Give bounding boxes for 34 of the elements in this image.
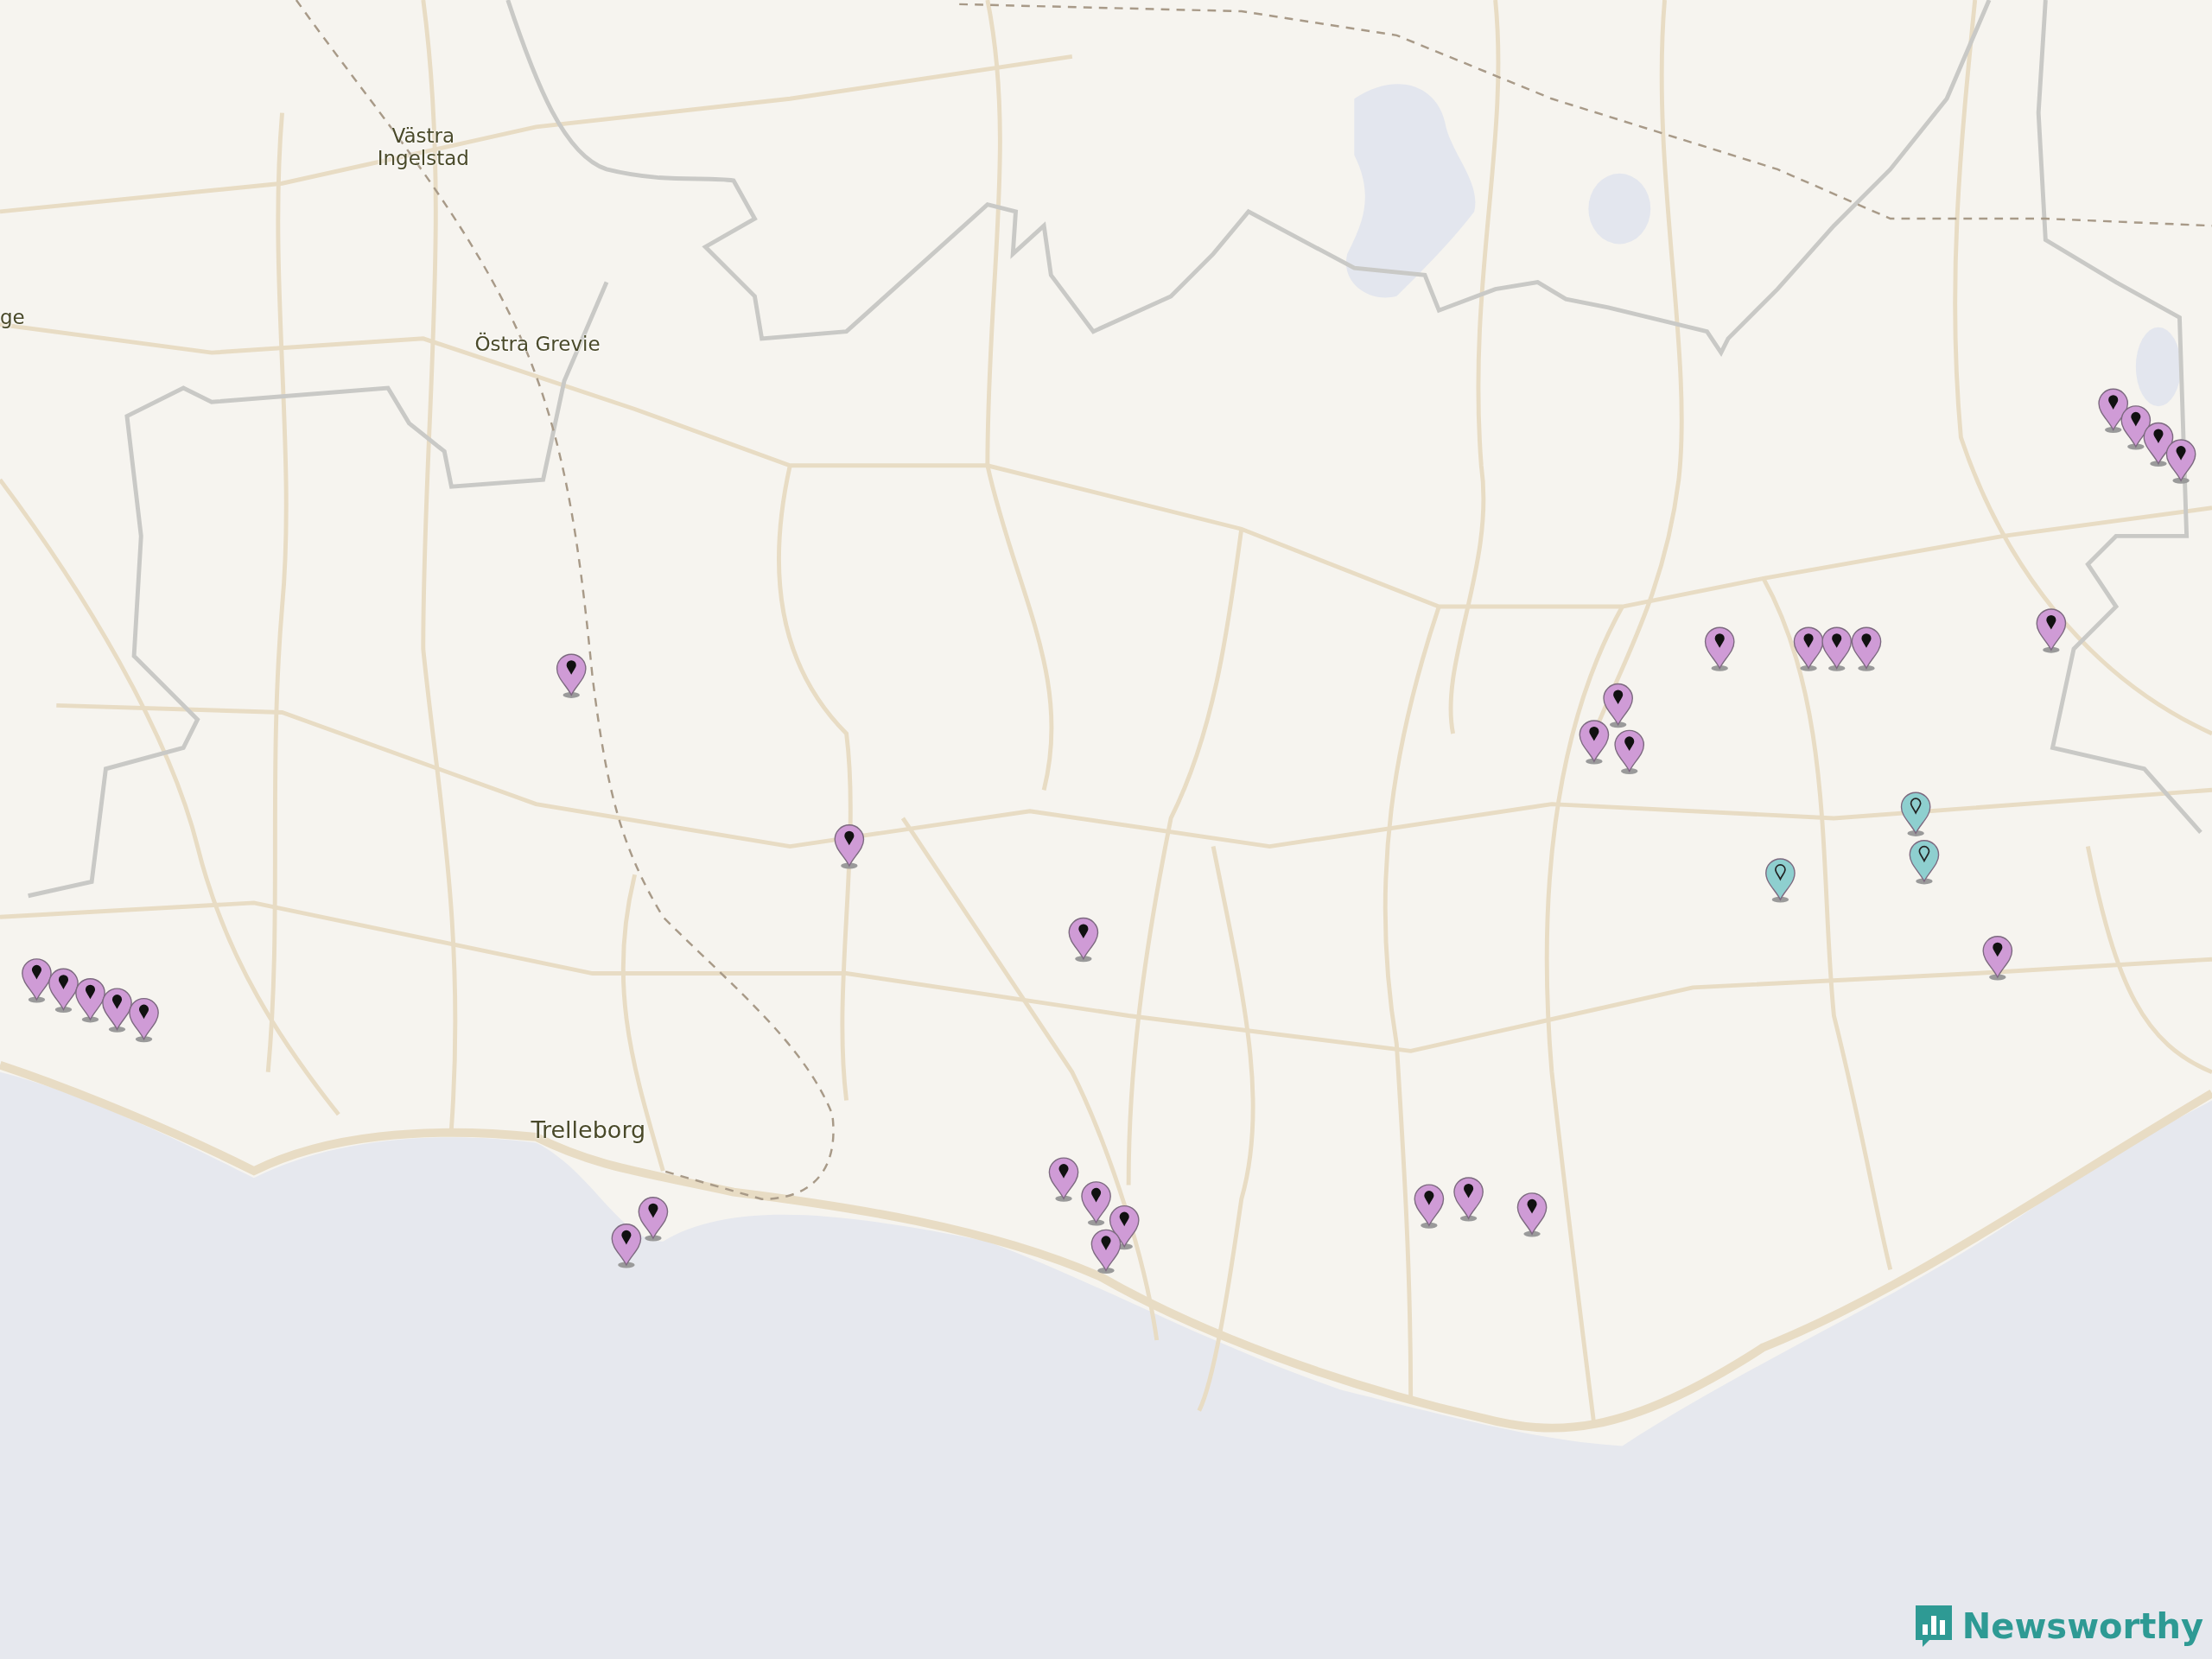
- place-label: Västra Ingelstad: [376, 124, 470, 170]
- map-pin[interactable]: [611, 1224, 642, 1268]
- map-pin[interactable]: [1821, 626, 1853, 671]
- brand-name: Newsworthy: [1961, 1605, 2203, 1648]
- map-pin[interactable]: [1900, 791, 1931, 836]
- map-pin[interactable]: [129, 997, 159, 1043]
- map-pin[interactable]: [102, 988, 132, 1033]
- map-pin[interactable]: [2036, 608, 2067, 653]
- place-label: Trelleborg: [531, 1116, 646, 1144]
- map-pin[interactable]: [1614, 729, 1645, 775]
- map-pin[interactable]: [1982, 936, 2013, 981]
- place-label: ge: [0, 306, 25, 329]
- map-pin[interactable]: [1765, 858, 1796, 903]
- map-pin[interactable]: [1048, 1157, 1079, 1202]
- map-pin[interactable]: [1090, 1229, 1122, 1274]
- map-pin[interactable]: [1579, 720, 1610, 765]
- map-pin[interactable]: [48, 968, 79, 1013]
- map-pin[interactable]: [556, 653, 587, 698]
- map-pin[interactable]: [1516, 1192, 1548, 1237]
- map-pin[interactable]: [1081, 1181, 1111, 1226]
- map-pin[interactable]: [1603, 683, 1633, 728]
- map-pin[interactable]: [1453, 1177, 1484, 1222]
- map-pin[interactable]: [2165, 439, 2196, 484]
- map-pin[interactable]: [1793, 626, 1824, 671]
- map-pin[interactable]: [1909, 840, 1940, 885]
- map-pin[interactable]: [1851, 626, 1882, 671]
- place-label: Östra Grevie: [474, 333, 601, 356]
- map-pin[interactable]: [834, 824, 865, 869]
- map-pin[interactable]: [1068, 917, 1099, 963]
- map-pin[interactable]: [1704, 626, 1735, 671]
- map-pin[interactable]: [22, 958, 52, 1003]
- map-pin[interactable]: [75, 978, 105, 1023]
- map-pin[interactable]: [1414, 1184, 1445, 1229]
- map-pin[interactable]: [638, 1197, 669, 1242]
